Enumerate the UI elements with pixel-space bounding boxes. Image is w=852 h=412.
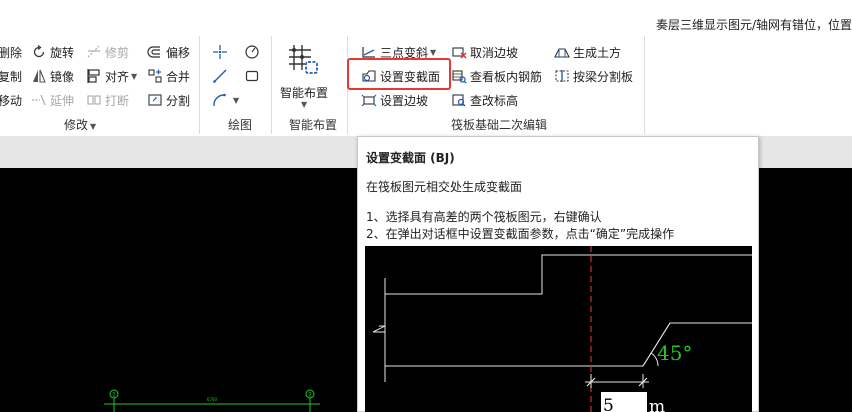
- break-label: 打断: [105, 93, 130, 108]
- arc-icon: [212, 92, 228, 108]
- smart-layout-dropdown-icon: ▼: [301, 99, 308, 109]
- view-rebar-icon: [451, 68, 467, 84]
- align-button[interactable]: 对齐 ▼: [86, 66, 137, 86]
- preview-dim-value: 5: [603, 396, 614, 412]
- modify-expand-icon: ▼: [90, 122, 97, 131]
- axis-label-1: 1: [112, 392, 116, 399]
- view-rebar-button[interactable]: 查看板内钢筋: [451, 66, 542, 86]
- preview-drawing: 45° 5 m: [372, 246, 752, 412]
- three-point-slope-dropdown-icon[interactable]: ▼: [430, 48, 436, 57]
- align-icon: [86, 68, 102, 84]
- point-tool-button[interactable]: [212, 42, 231, 62]
- check-elevation-icon: [451, 92, 467, 108]
- merge-button[interactable]: 合并: [147, 66, 190, 86]
- trim-button[interactable]: 修剪: [86, 42, 129, 62]
- slope-icon: [361, 92, 377, 108]
- split-icon: [147, 92, 163, 108]
- split-button[interactable]: 分割: [147, 90, 190, 110]
- preview-angle-label: 45°: [657, 341, 692, 365]
- smart-layout-icon-button[interactable]: [285, 40, 319, 78]
- align-label: 对齐: [105, 69, 130, 84]
- earthwork-icon: [554, 44, 570, 60]
- arc-tool-button[interactable]: ▼: [212, 90, 239, 110]
- tooltip-popup: 设置变截面 (BJ) 在筏板图元相交处生成变截面 1、选择具有高差的两个筏板图元…: [357, 136, 759, 412]
- rect-tool-button[interactable]: [244, 66, 263, 86]
- merge-label: 合并: [166, 69, 191, 84]
- extend-button[interactable]: 延伸: [31, 90, 74, 110]
- smart-group-title: 智能布置: [289, 118, 338, 132]
- status-notice: 奏层三维显示图元/轴网有错位，位置: [656, 18, 852, 32]
- tooltip-preview: 45° 5 m: [365, 246, 752, 412]
- group-divider: [199, 36, 200, 134]
- delete-button[interactable]: 删除: [0, 42, 22, 62]
- break-button[interactable]: 打断: [86, 90, 129, 110]
- axis-label-2: 2: [308, 392, 312, 399]
- extend-icon: [31, 92, 47, 108]
- split-by-beam-button[interactable]: 按梁分割板: [554, 66, 633, 86]
- view-rebar-label: 查看板内钢筋: [470, 69, 543, 84]
- generate-earthwork-button[interactable]: 生成土方: [554, 42, 621, 62]
- line-tool-button[interactable]: [212, 66, 231, 86]
- set-slope-button[interactable]: 设置边坡: [361, 90, 428, 110]
- cancel-slope-button[interactable]: 取消边坡: [451, 42, 518, 62]
- offset-label: 偏移: [166, 45, 191, 60]
- cancel-slope-icon: [451, 44, 467, 60]
- split-label: 分割: [166, 93, 191, 108]
- rotate-label: 旋转: [50, 45, 75, 60]
- draw-group-title: 绘图: [228, 118, 253, 132]
- group-divider: [644, 36, 645, 134]
- rotate-icon: [31, 44, 47, 60]
- point-icon: [212, 44, 228, 60]
- circle-icon: [244, 44, 260, 60]
- line-icon: [212, 68, 228, 84]
- cancel-slope-label: 取消边坡: [470, 45, 519, 60]
- break-icon: [86, 92, 102, 108]
- preview-dim-unit: m: [649, 397, 665, 412]
- rectangle-icon: [244, 68, 260, 84]
- circle-tool-button[interactable]: [244, 42, 263, 62]
- smart-layout-icon: [285, 42, 319, 76]
- delete-label: 删除: [0, 45, 23, 60]
- mirror-label: 镜像: [50, 69, 75, 84]
- copy-label: 复制: [0, 69, 23, 84]
- mirror-button[interactable]: 镜像: [31, 66, 74, 86]
- group-divider: [271, 36, 272, 134]
- check-elevation-button[interactable]: 查改标高: [451, 90, 518, 110]
- trim-icon: [86, 44, 102, 60]
- split-by-beam-icon: [554, 68, 570, 84]
- mirror-icon: [31, 68, 47, 84]
- copy-button[interactable]: 复制: [0, 66, 22, 86]
- set-slope-label: 设置边坡: [380, 93, 429, 108]
- offset-icon: [147, 44, 163, 60]
- tooltip-step-1: 1、选择具有高差的两个筏板图元，右键确认: [366, 210, 602, 224]
- align-dropdown-icon[interactable]: ▼: [131, 72, 137, 81]
- offset-button[interactable]: 偏移: [147, 42, 190, 62]
- raft-group-title: 筏板基础二次编辑: [451, 118, 548, 132]
- merge-icon: [147, 68, 163, 84]
- split-by-beam-label: 按梁分割板: [573, 69, 634, 84]
- highlight-box: [347, 58, 451, 90]
- tooltip-title: 设置变截面 (BJ): [366, 151, 455, 165]
- modify-group-title[interactable]: 修改 ▼: [64, 116, 96, 133]
- check-elevation-label: 查改标高: [470, 93, 519, 108]
- move-label: 移动: [0, 93, 23, 108]
- trim-label: 修剪: [105, 45, 130, 60]
- tooltip-description: 在筏板图元相交处生成变截面: [366, 180, 523, 194]
- rotate-button[interactable]: 旋转: [31, 42, 74, 62]
- tooltip-step-2: 2、在弹出对话框中设置变截面参数，点击“确定”完成操作: [366, 227, 675, 241]
- move-button[interactable]: 移动: [0, 90, 22, 110]
- arc-dropdown-icon[interactable]: ▼: [233, 96, 239, 105]
- canvas-dimension: 6700: [207, 397, 218, 402]
- extend-label: 延伸: [50, 93, 75, 108]
- smart-layout-dropdown[interactable]: ▼: [299, 98, 307, 110]
- generate-earthwork-label: 生成土方: [573, 45, 622, 60]
